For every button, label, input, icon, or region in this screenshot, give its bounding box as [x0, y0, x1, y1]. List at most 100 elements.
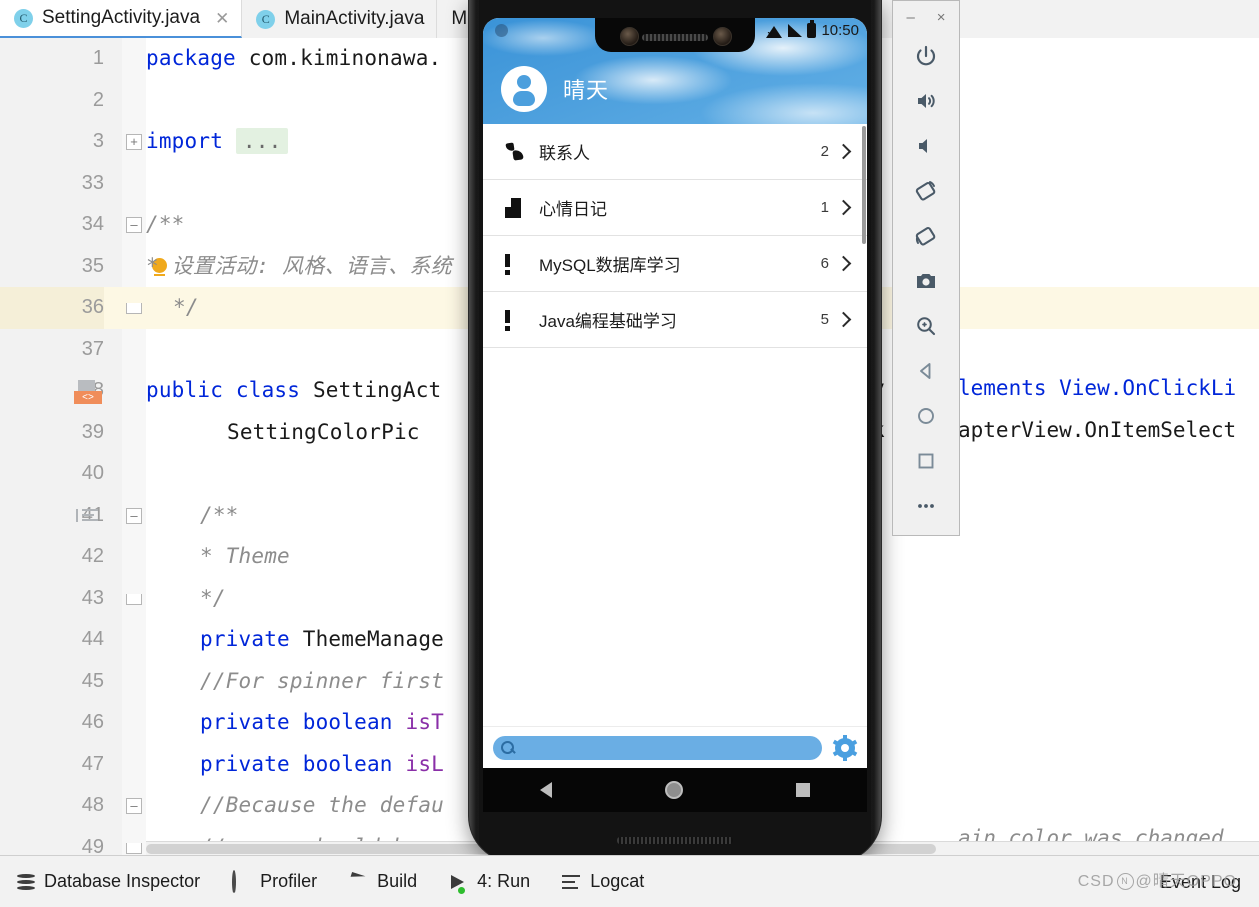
class-gutter-icon[interactable]: <>	[71, 380, 105, 404]
status-build[interactable]: Build	[333, 871, 433, 892]
front-camera-icon	[620, 27, 639, 46]
code-text: * Theme	[200, 544, 290, 568]
list-item-count: 2	[820, 143, 829, 160]
ellipsis-icon	[918, 503, 934, 508]
fold-end-icon[interactable]	[126, 842, 142, 854]
list-item-label: MySQL数据库学习	[539, 256, 681, 275]
status-run[interactable]: 4: Run	[433, 871, 546, 894]
status-database-inspector[interactable]: Database Inspector	[0, 871, 216, 892]
minimize-button[interactable]: –	[906, 9, 914, 26]
line-number: 1	[92, 47, 104, 69]
status-label: Profiler	[260, 871, 318, 891]
fold-collapse-icon[interactable]: –	[126, 217, 142, 233]
status-label: 4: Run	[477, 871, 531, 891]
android-recents-button[interactable]	[796, 783, 811, 797]
profiler-icon	[232, 869, 252, 894]
list-item[interactable]: 心情日记 1	[483, 180, 867, 236]
code-text: SettingColorPic	[227, 419, 420, 444]
status-label: Logcat	[590, 871, 645, 891]
code-text: */	[173, 295, 199, 319]
back-button[interactable]	[893, 348, 959, 393]
line-number: 48	[81, 794, 104, 816]
device-status-bar: x 10:50	[766, 20, 859, 39]
line-number: 44	[81, 628, 104, 650]
fold-end-icon[interactable]	[126, 593, 142, 605]
power-icon	[916, 45, 936, 65]
close-button[interactable]: ×	[937, 9, 946, 26]
bottom-speaker-grille	[617, 837, 733, 844]
tab-label: MainActivity.java	[284, 8, 425, 29]
list-item[interactable]: 联系人 2	[483, 124, 867, 180]
chevron-right-icon	[835, 199, 852, 216]
status-label: Database Inspector	[44, 871, 201, 891]
rotate-left-button[interactable]	[893, 168, 959, 213]
proximity-sensor-icon	[495, 24, 508, 37]
zoom-button[interactable]	[893, 303, 959, 348]
home-circle-icon	[918, 407, 934, 424]
ide-status-bar: Database Inspector Profiler Build 4: Run…	[0, 855, 1259, 907]
list-item[interactable]: MySQL数据库学习 6	[483, 236, 867, 292]
list-scrollbar[interactable]	[862, 126, 866, 244]
tab-main-activity[interactable]: C MainActivity.java	[242, 0, 438, 38]
list-item-count: 5	[820, 311, 829, 328]
list-item-label: Java编程基础学习	[539, 312, 677, 331]
chevron-right-icon	[835, 255, 852, 272]
device-notch	[595, 18, 755, 52]
logcat-icon	[562, 872, 582, 892]
line-number: 35	[81, 254, 104, 277]
list-item-label: 联系人	[539, 144, 590, 163]
power-button[interactable]	[893, 33, 959, 78]
hammer-icon	[349, 871, 369, 892]
database-icon	[16, 872, 36, 892]
status-profiler[interactable]: Profiler	[216, 869, 333, 894]
line-number: 43	[81, 586, 104, 609]
fold-expand-icon[interactable]: +	[126, 134, 142, 150]
android-back-button[interactable]	[539, 782, 552, 798]
profile-block[interactable]: 晴天	[501, 66, 609, 112]
code-text: package com.kiminonawa.	[146, 46, 442, 70]
line-number: 40	[81, 462, 104, 484]
list-item[interactable]: Java编程基础学习 5	[483, 292, 867, 348]
secondary-camera-icon	[713, 27, 732, 46]
tab-setting-activity[interactable]: C SettingActivity.java ✕	[0, 0, 243, 38]
book-icon	[505, 197, 539, 218]
status-time: 10:50	[821, 22, 859, 39]
override-gutter-icon[interactable]	[76, 508, 100, 524]
android-home-button[interactable]	[664, 781, 683, 799]
code-text: //For spinner first	[200, 668, 445, 693]
fold-collapse-icon[interactable]: –	[126, 798, 142, 814]
code-text: /**	[146, 212, 185, 236]
device-screen[interactable]: x 10:50 晴天 联系人 2 心情日记 1 MySQL数据库学习 6 Java编程基础学…	[483, 18, 867, 768]
fold-end-icon[interactable]	[126, 303, 142, 314]
device-list: 联系人 2 心情日记 1 MySQL数据库学习 6 Java编程基础学习 5	[483, 124, 867, 348]
rotate-right-icon	[915, 226, 936, 246]
android-navigation-bar	[483, 768, 867, 812]
camera-icon	[917, 273, 935, 288]
battery-icon	[807, 20, 817, 38]
search-input[interactable]	[493, 735, 822, 760]
home-button[interactable]	[893, 393, 959, 438]
chevron-right-icon	[835, 143, 852, 160]
status-logcat[interactable]: Logcat	[546, 871, 660, 892]
code-text: private boolean isT	[200, 710, 445, 734]
more-button[interactable]	[893, 483, 959, 528]
code-text-overflow: lements View.OnClickLi	[958, 376, 1237, 400]
code-text: private boolean isL	[200, 751, 445, 776]
code-text: * 设置活动: 风格、语言、系统	[146, 253, 452, 278]
code-text: */	[200, 585, 226, 610]
close-icon[interactable]: ✕	[215, 10, 229, 27]
gear-icon[interactable]	[832, 734, 858, 761]
line-number: 39	[81, 420, 104, 443]
volume-up-button[interactable]	[893, 78, 959, 123]
android-emulator-device[interactable]: x 10:50 晴天 联系人 2 心情日记 1 MySQL数据库学习 6 Java编程基础学…	[469, 0, 881, 862]
device-bottom-bar	[483, 726, 867, 768]
screenshot-button[interactable]	[893, 258, 959, 303]
volume-down-button[interactable]	[893, 123, 959, 168]
line-number: 33	[81, 171, 104, 194]
code-text: /**	[200, 502, 239, 527]
fold-collapse-icon[interactable]: –	[126, 507, 142, 524]
recents-button[interactable]	[893, 438, 959, 483]
line-number: 42	[81, 545, 104, 567]
list-item-count: 1	[820, 199, 829, 216]
rotate-right-button[interactable]	[893, 213, 959, 258]
